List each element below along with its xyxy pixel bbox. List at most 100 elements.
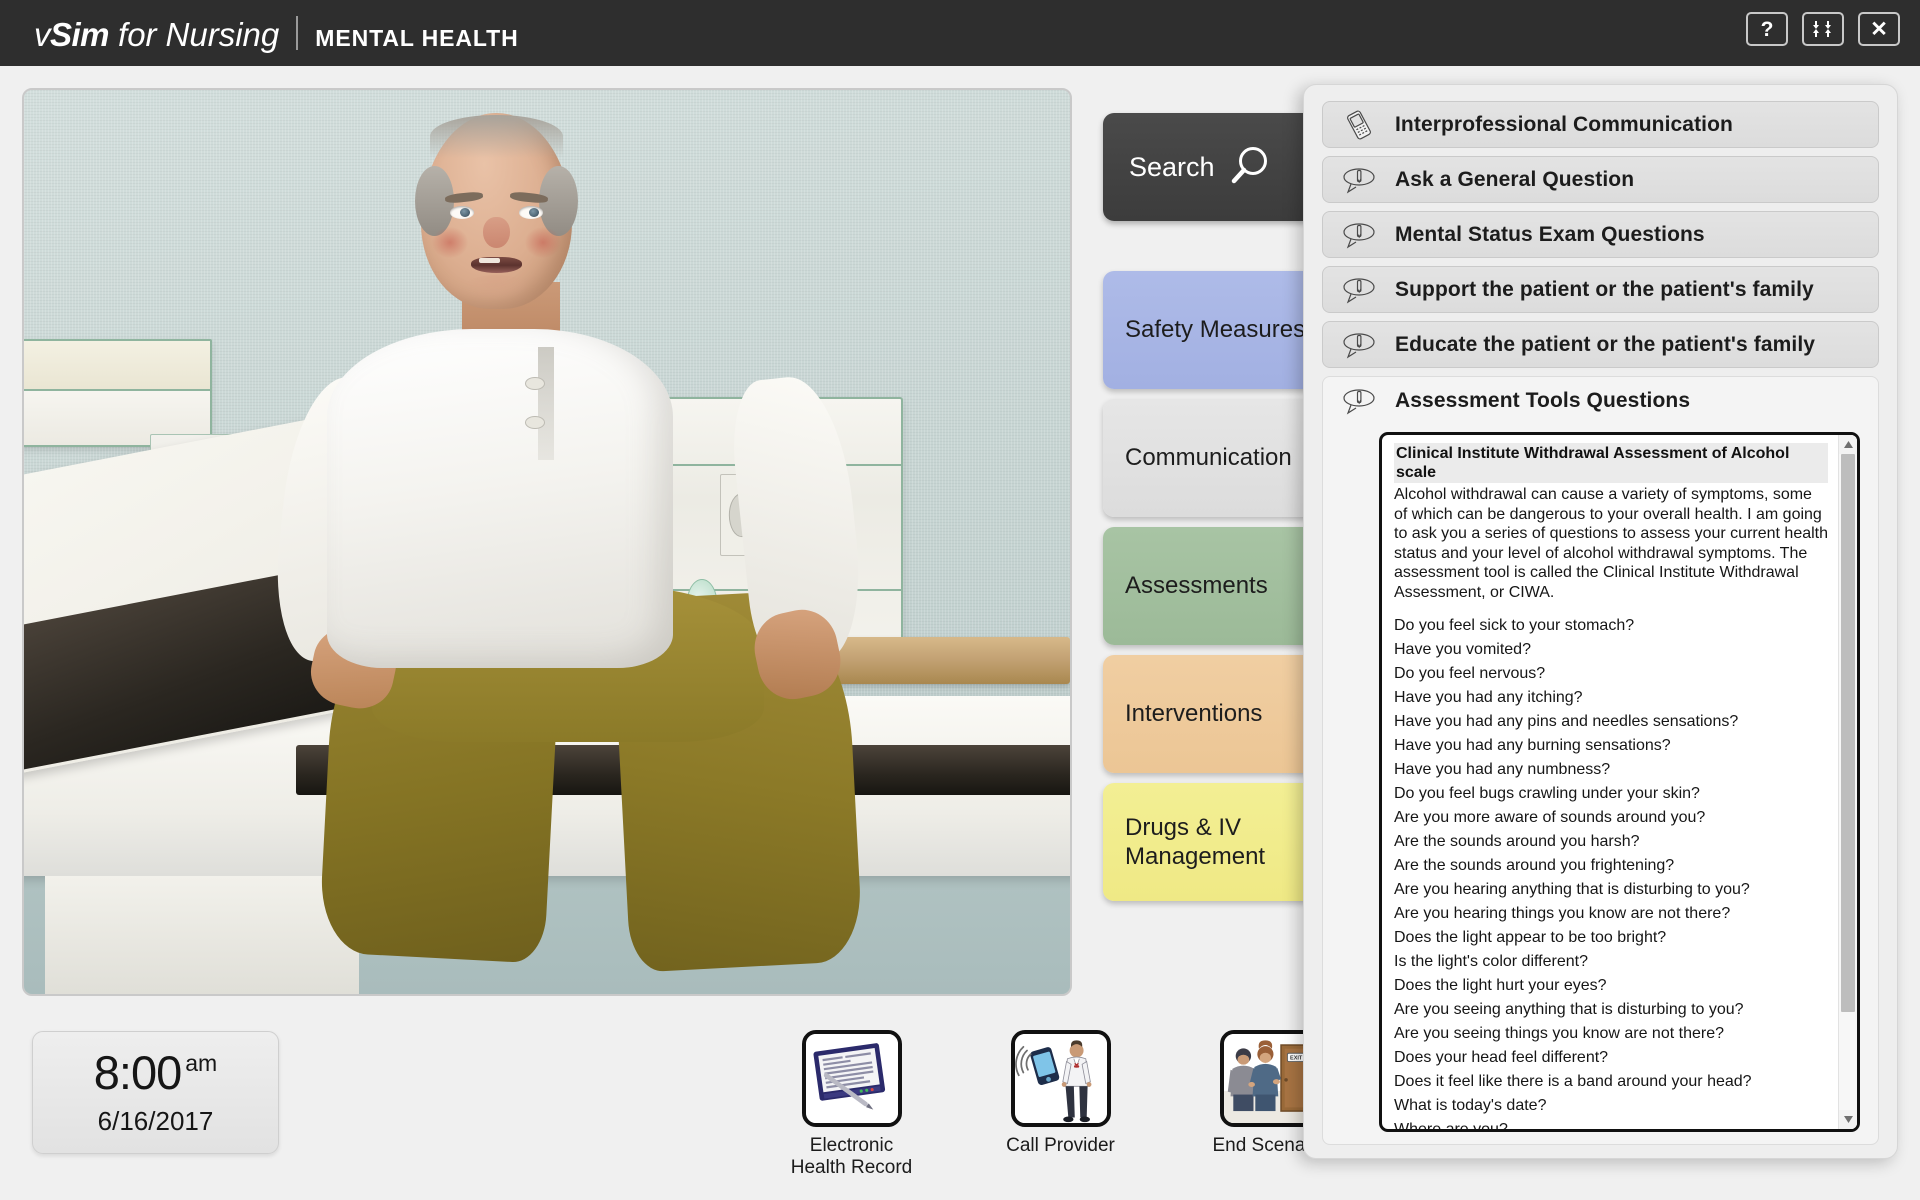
menu-item-assessment-tools-questions: Assessment Tools Questions Clinical Inst… [1322,376,1879,1145]
scroll-down-arrow-icon[interactable] [1839,1110,1857,1129]
ciwa-question-list: Do you feel sick to your stomach? Have yo… [1394,618,1828,1129]
category-label: Interventions [1125,700,1263,728]
action-label: Electronic Health Record [791,1135,912,1180]
clock-time: 8:00 [93,1045,182,1099]
patient-torso-shirt [326,329,674,668]
clock-date: 6/16/2017 [97,1105,214,1136]
electronic-health-record-button[interactable]: Electronic Health Record [770,1030,933,1180]
svg-text:EXIT: EXIT [1290,1056,1303,1062]
action-label: Call Provider [1006,1135,1115,1157]
call-provider-button[interactable]: Call Provider [979,1030,1142,1180]
close-button[interactable]: ✕ [1858,12,1900,46]
menu-item-label: Mental Status Exam Questions [1395,222,1705,246]
ciwa-question[interactable]: Do you feel nervous? [1394,666,1828,682]
search-label: Search [1129,151,1215,182]
call-provider-icon [1010,1030,1111,1127]
resize-button[interactable] [1802,12,1844,46]
menu-item-educate-patient-family[interactable]: Educate the patient or the patient's fam… [1322,321,1879,368]
menu-item-ask-a-general-question[interactable]: Ask a General Question [1322,156,1879,203]
bottom-action-bar: Electronic Health Record Call Provider E… [770,1030,1351,1180]
scroll-up-arrow-icon[interactable] [1839,435,1857,454]
category-label: Safety Measures [1125,316,1306,344]
patient-chin [463,275,530,301]
ciwa-question[interactable]: Have you had any pins and needles sensat… [1394,714,1828,730]
app-logo: v Sim for Nursing MENTAL HEALTH [34,12,519,54]
clock-time-row: 8:00 am [94,1049,217,1096]
patient-shirt-button [524,377,545,391]
patient-hair-top [430,115,563,159]
help-button[interactable]: ? [1746,12,1788,46]
logo-sim: Sim [50,16,110,53]
ciwa-question[interactable]: Are you seeing things you know are not t… [1394,1026,1828,1042]
ciwa-question[interactable]: Does the light appear to be too bright? [1394,930,1828,946]
ciwa-question[interactable]: Does it feel like there is a band around… [1394,1074,1828,1090]
patient-eye-left [449,206,474,219]
ciwa-question[interactable]: Does your head feel different? [1394,1050,1828,1066]
simulation-scene[interactable] [22,88,1072,996]
search-button[interactable]: Search [1103,113,1333,221]
ciwa-question[interactable]: Where are you? [1394,1122,1828,1129]
category-label: Communication [1125,444,1292,472]
action-label-line1: Electronic [809,1135,894,1156]
menu-item-label: Interprofessional Communication [1395,112,1733,136]
logo-divider [296,16,299,50]
speech-bubble-pen-icon [1323,330,1395,360]
resize-arrows-icon [1811,19,1835,39]
menu-item-assessment-tools-questions-header[interactable]: Assessment Tools Questions [1323,377,1878,424]
title-bar: v Sim for Nursing MENTAL HEALTH ? ✕ [0,0,1920,66]
ciwa-question[interactable]: Have you vomited? [1394,642,1828,658]
mobile-phone-icon [1323,110,1395,140]
ciwa-question[interactable]: Are you seeing anything that is disturbi… [1394,1002,1828,1018]
category-assessments[interactable]: Assessments [1103,527,1333,645]
patient-figure [191,108,944,976]
ciwa-content-box: Clinical Institute Withdrawal Assessment… [1379,432,1860,1132]
close-icon: ✕ [1870,17,1888,41]
category-drugs-iv-management[interactable]: Drugs & IV Management [1103,783,1333,901]
magnifier-icon [1227,144,1273,190]
ciwa-question[interactable]: Have you had any itching? [1394,690,1828,706]
speech-bubble-pen-icon [1323,386,1395,416]
scrollbar-thumb[interactable] [1841,454,1855,1012]
electronic-health-record-icon [801,1030,902,1127]
speech-bubble-pen-icon [1323,275,1395,305]
menu-item-label: Support the patient or the patient's fam… [1395,277,1814,301]
scenario-clock: 8:00 am 6/16/2017 [32,1031,279,1154]
ciwa-question[interactable]: Have you had any burning sensations? [1394,738,1828,754]
ciwa-question[interactable]: Have you had any numbness? [1394,762,1828,778]
category-communication[interactable]: Communication [1103,399,1333,517]
clock-ampm: am [185,1049,218,1076]
scrollbar-track[interactable] [1839,454,1857,1110]
ciwa-scrollbar[interactable] [1838,435,1857,1129]
action-panel: Interprofessional Communication Ask a Ge… [1303,84,1898,1159]
ciwa-question[interactable]: Are you more aware of sounds around you? [1394,810,1828,826]
logo-subtitle: MENTAL HEALTH [315,25,519,51]
action-label-line1: Call Provider [1006,1135,1115,1156]
menu-item-interprofessional-communication[interactable]: Interprofessional Communication [1322,101,1879,148]
category-safety-measures[interactable]: Safety Measures [1103,271,1333,389]
ciwa-question[interactable]: Are the sounds around you harsh? [1394,834,1828,850]
patient-shirt-placket [537,346,555,460]
ciwa-question[interactable]: Are you hearing things you know are not … [1394,906,1828,922]
ciwa-question[interactable]: Do you feel bugs crawling under your ski… [1394,786,1828,802]
menu-item-support-patient-family[interactable]: Support the patient or the patient's fam… [1322,266,1879,313]
ciwa-question[interactable]: Are you hearing anything that is disturb… [1394,882,1828,898]
patient-cheek-flush-right [524,226,562,258]
patient-mouth [470,256,522,274]
patient-eye-right [518,206,544,219]
logo-for: for [118,16,157,53]
ciwa-question[interactable]: Does the light hurt your eyes? [1394,978,1828,994]
category-interventions[interactable]: Interventions [1103,655,1333,773]
ciwa-question[interactable]: Are the sounds around you frightening? [1394,858,1828,874]
ciwa-question[interactable]: Is the light's color different? [1394,954,1828,970]
category-label: Assessments [1125,572,1268,600]
ciwa-title: Clinical Institute Withdrawal Assessment… [1394,443,1828,484]
patient-shirt-button [524,416,545,430]
ciwa-question[interactable]: What is today's date? [1394,1098,1828,1114]
patient-cheek-flush-left [431,226,468,258]
speech-bubble-pen-icon [1323,165,1395,195]
scene-artwork [24,90,1070,994]
ciwa-scroll-area: Clinical Institute Withdrawal Assessment… [1382,435,1838,1129]
upper-cabinet [24,338,213,448]
ciwa-question[interactable]: Do you feel sick to your stomach? [1394,618,1828,634]
menu-item-mental-status-exam-questions[interactable]: Mental Status Exam Questions [1322,211,1879,258]
